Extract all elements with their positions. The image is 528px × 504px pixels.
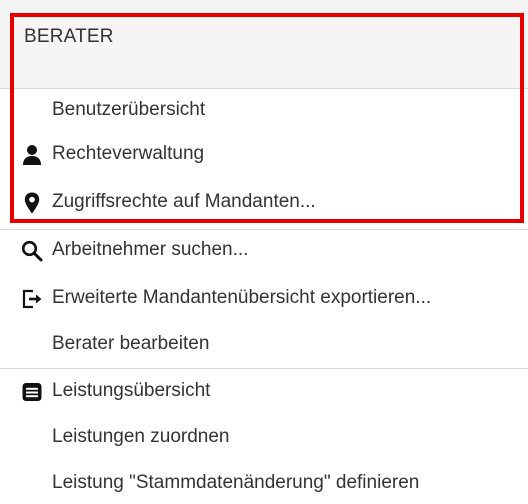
list-icon — [22, 383, 42, 401]
menu-item-label: Rechteverwaltung — [52, 143, 205, 164]
export-icon — [22, 289, 42, 309]
menu-item-label: Benutzerübersicht — [52, 99, 206, 120]
menu-item-leistung-stammdatenaenderung-definieren[interactable]: Leistung "Stammdatenänderung" definieren — [0, 461, 528, 504]
person-icon — [23, 145, 41, 165]
menu-item-leistungsuebersicht[interactable]: Leistungsübersicht — [0, 369, 528, 413]
menu-item-label: Leistung "Stammdatenänderung" definieren — [52, 472, 420, 493]
menu-item-benutzeruebersicht[interactable]: Benutzerübersicht — [0, 88, 528, 132]
menu-header: BERATER — [0, 0, 528, 88]
berater-menu: BERATER Benutzerübersicht Rechteverwaltu… — [0, 0, 528, 504]
menu-header-label: BERATER — [24, 26, 114, 47]
menu-item-berater-bearbeiten[interactable]: Berater bearbeiten — [0, 322, 528, 366]
menu-item-label: Zugriffsrechte auf Mandanten... — [52, 191, 316, 212]
menu-item-label: Leistungen zuordnen — [52, 426, 230, 447]
menu-item-label: Arbeitnehmer suchen... — [52, 239, 249, 260]
menu-item-zugriffsrechte[interactable]: Zugriffsrechte auf Mandanten... — [0, 180, 528, 224]
map-pin-icon — [24, 192, 40, 214]
menu-item-label: Erweiterte Mandantenübersicht exportiere… — [52, 287, 432, 308]
menu-item-leistungen-zuordnen[interactable]: Leistungen zuordnen — [0, 415, 528, 459]
menu-item-mandantenuebersicht-exportieren[interactable]: Erweiterte Mandantenübersicht exportiere… — [0, 276, 528, 320]
menu-item-label: Berater bearbeiten — [52, 333, 210, 354]
menu-item-arbeitnehmer-suchen[interactable]: Arbeitnehmer suchen... — [0, 228, 528, 272]
menu-item-rechteverwaltung[interactable]: Rechteverwaltung — [0, 132, 528, 176]
search-icon — [21, 240, 43, 262]
menu-item-label: Leistungsübersicht — [52, 380, 211, 401]
